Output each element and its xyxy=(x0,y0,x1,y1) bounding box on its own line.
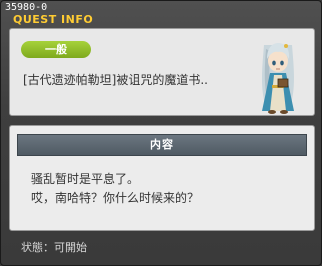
quest-content-panel: 内容 骚乱暂时是平息了。 哎，南哈特？你什么时候来的？ xyxy=(9,125,315,231)
npc-portrait xyxy=(262,43,294,114)
quest-summary-panel: 一般 [古代遗迹帕勒坦]被诅咒的魔道书.. xyxy=(9,28,315,116)
content-line: 哎，南哈特？你什么时候来的？ xyxy=(31,191,200,205)
quest-info-window: 35980-0 QUEST INFO 一般 [古代遗迹帕勒坦]被诅咒的魔道书.. xyxy=(0,0,322,266)
quest-name: [古代遗迹帕勒坦]被诅咒的魔道书.. xyxy=(23,73,208,87)
window-title: QUEST INFO xyxy=(13,13,94,26)
quest-type-tag: 一般 xyxy=(21,41,91,58)
quest-status: 状態：可開始 xyxy=(21,241,87,254)
content-header: 内容 xyxy=(17,134,307,156)
quest-id: 35980-0 xyxy=(5,2,48,13)
content-line: 骚乱暂时是平息了。 xyxy=(31,172,140,186)
